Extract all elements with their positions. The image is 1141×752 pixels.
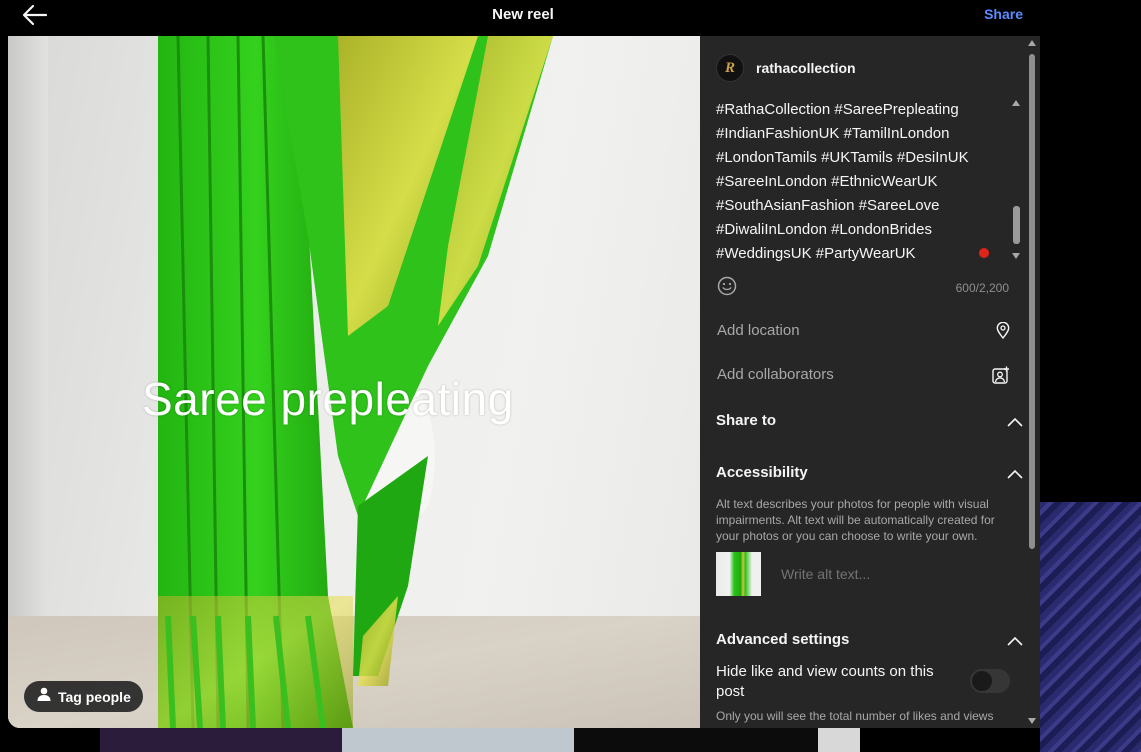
caption-scrollbar[interactable] <box>1013 206 1020 244</box>
tag-people-button[interactable]: Tag people <box>24 681 143 712</box>
person-icon <box>36 686 52 707</box>
reel-overlay-text: Saree prepleating <box>142 373 514 425</box>
caption-scroll-up-arrow[interactable] <box>1012 100 1020 106</box>
hide-counts-label: Hide like and view counts on this post <box>716 663 934 700</box>
add-location-row[interactable]: Add location <box>700 314 1025 348</box>
caption-textarea[interactable]: #RathaCollection #SareePrepleating #Indi… <box>716 98 1006 266</box>
hide-counts-toggle[interactable] <box>970 669 1010 693</box>
caption-line: #SouthAsianFashion #SareeLove <box>716 197 940 214</box>
panel-scrollbar[interactable] <box>1029 54 1035 549</box>
caption-line: #IndianFashionUK #TamilInLondon <box>716 125 950 142</box>
emoji-icon[interactable] <box>717 276 737 296</box>
chevron-up-icon[interactable] <box>1007 466 1023 484</box>
caption-scroll-down-arrow[interactable] <box>1012 253 1020 259</box>
add-collaborators-row[interactable]: Add collaborators <box>700 358 1025 392</box>
panel-scroll-up-arrow[interactable] <box>1028 40 1036 46</box>
add-location-label: Add location <box>717 322 800 339</box>
dialog-header: New reel Share <box>0 0 1040 36</box>
caption-line: #DiwaliInLondon #LondonBrides <box>716 221 932 238</box>
background-post-thumbnail <box>1040 502 1141 752</box>
add-collaborators-label: Add collaborators <box>717 366 834 383</box>
account-header: R rathacollection <box>716 54 856 82</box>
post-details-panel: R rathacollection #RathaCollection #Sare… <box>700 36 1040 728</box>
add-collaborator-icon <box>992 366 1010 389</box>
panel-scroll-down-arrow[interactable] <box>1028 718 1036 724</box>
share-button[interactable]: Share <box>984 6 1023 22</box>
share-to-title: Share to <box>716 412 777 429</box>
accessibility-description: Alt text describes your photos for peopl… <box>716 497 995 543</box>
background-feed-strip <box>100 728 860 752</box>
caption-line: #WeddingsUK #PartyWearUK <box>716 245 916 262</box>
advanced-settings-title: Advanced settings <box>716 631 850 648</box>
page: New reel Share Saree prepleating Tag peo… <box>0 0 1141 752</box>
chevron-up-icon[interactable] <box>1007 414 1023 432</box>
chevron-up-icon[interactable] <box>1007 633 1023 651</box>
alt-text-thumbnail <box>716 552 761 596</box>
toggle-knob <box>972 671 992 691</box>
alt-text-input[interactable] <box>781 566 1001 582</box>
avatar: R <box>716 54 744 82</box>
caption-line: #SareeInLondon #EthnicWearUK <box>716 173 938 190</box>
caption-line: #RathaCollection #SareePrepleating <box>716 101 959 118</box>
username: rathacollection <box>756 60 856 76</box>
accessibility-title: Accessibility <box>716 464 808 481</box>
notification-dot <box>979 248 989 258</box>
dialog-title: New reel <box>492 6 554 23</box>
caption-line: #LondonTamils #UKTamils #DesiInUK <box>716 149 969 166</box>
location-pin-icon <box>996 321 1010 344</box>
character-count: 600/2,200 <box>955 281 1009 295</box>
hide-counts-note: Only you will see the total number of li… <box>716 709 994 723</box>
reel-preview: Saree prepleating Tag people <box>8 36 700 728</box>
tag-people-label: Tag people <box>58 688 131 705</box>
